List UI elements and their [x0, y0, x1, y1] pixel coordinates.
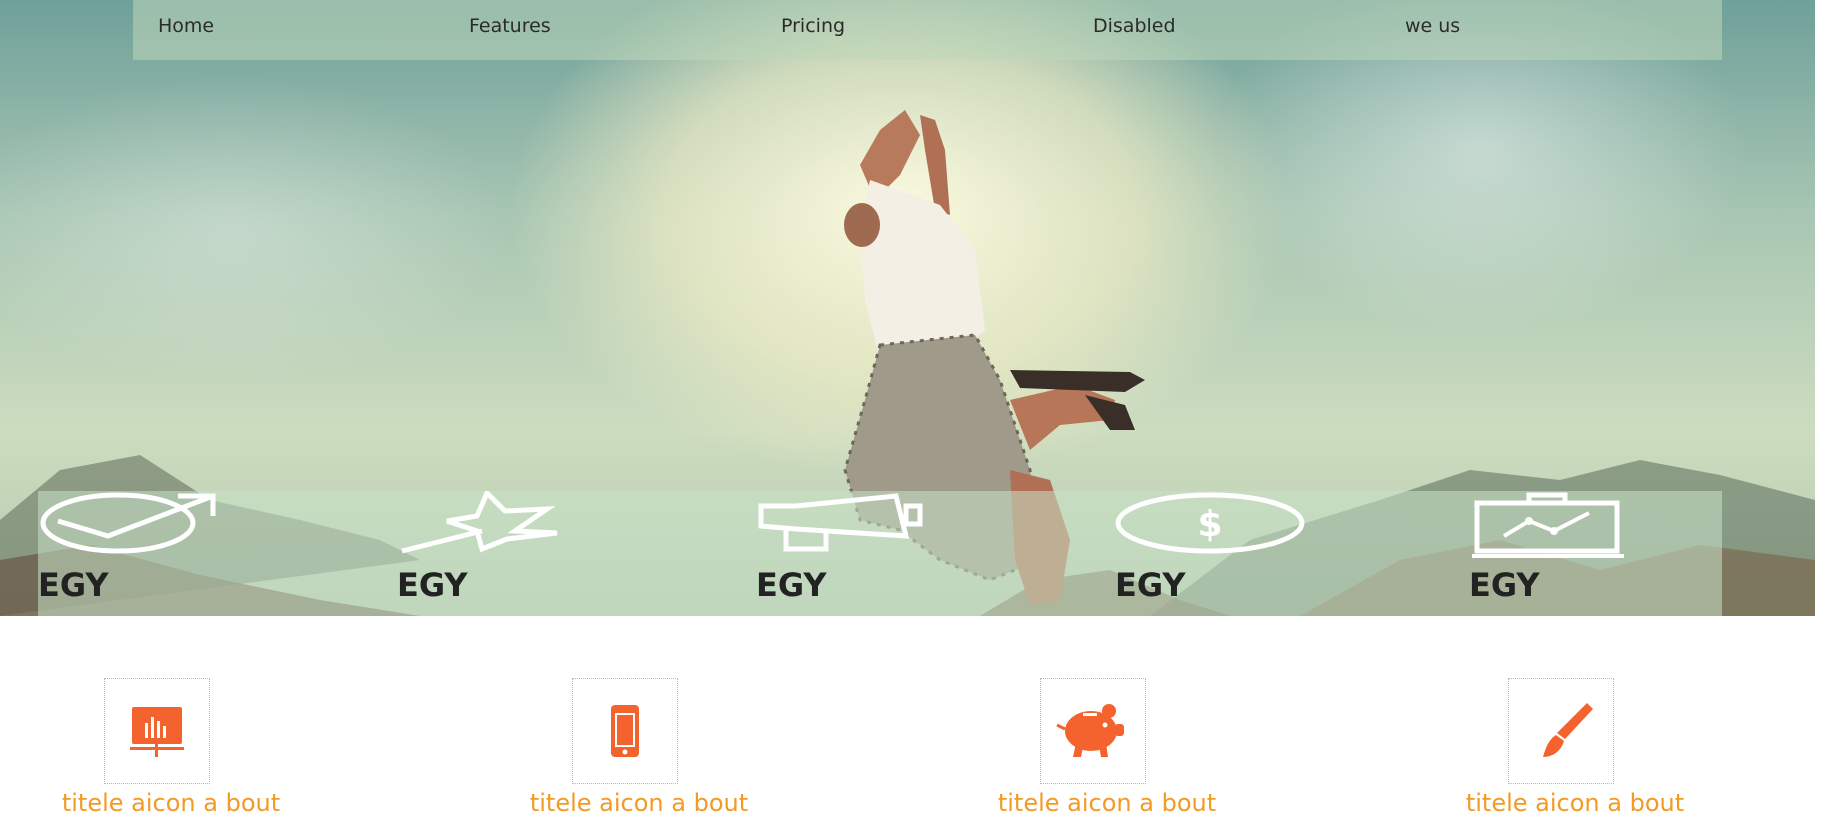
nav-item-disabled[interactable]: Disabled: [1093, 15, 1176, 37]
feature-strip: EGY EGY EGY $ EGY EGY: [38, 491, 1722, 616]
nav-item-pricing[interactable]: Pricing: [781, 15, 845, 37]
feature-label: EGY: [1469, 566, 1540, 604]
megaphone-icon: [758, 493, 923, 552]
nav-item-features[interactable]: Features: [469, 15, 551, 37]
piggy-bank-icon: [1056, 704, 1124, 757]
service-icon-box: [572, 678, 678, 784]
service-title: titele aicon a bout: [1465, 789, 1685, 817]
feature-item: EGY: [1469, 491, 1669, 616]
paint-brush-icon: [1543, 703, 1593, 757]
target-arrow-icon: [40, 492, 216, 554]
feature-item: EGY: [756, 491, 956, 616]
service-title: titele aicon a bout: [997, 789, 1217, 817]
star-icon: [401, 491, 558, 554]
mobile-phone-icon: [611, 705, 639, 757]
service-title: titele aicon a bout: [61, 789, 281, 817]
service-icon-box: [1508, 678, 1614, 784]
feature-label: EGY: [756, 566, 827, 604]
feature-label: EGY: [38, 566, 109, 604]
svg-text:$: $: [1197, 504, 1222, 545]
nav-item-home[interactable]: Home: [158, 15, 214, 37]
feature-item: $ EGY: [1115, 491, 1315, 616]
nav-item-we-us[interactable]: we us: [1405, 15, 1460, 37]
feature-item: EGY: [397, 491, 597, 616]
hero-banner: Home Features Pricing Disabled we us EGY…: [0, 0, 1815, 616]
service-icon-box: [104, 678, 210, 784]
briefcase-chart-icon: [1472, 492, 1624, 558]
feature-label: EGY: [1115, 566, 1186, 604]
feature-item: EGY: [38, 491, 238, 616]
presentation-chart-icon: [130, 707, 184, 757]
top-navbar: Home Features Pricing Disabled we us: [133, 0, 1722, 60]
services-section: titele aicon a bout titele aicon a bout: [0, 616, 1833, 817]
feature-label: EGY: [397, 566, 468, 604]
service-title: titele aicon a bout: [529, 789, 749, 817]
service-icon-box: [1040, 678, 1146, 784]
dollar-coin-icon: $: [1115, 492, 1305, 554]
